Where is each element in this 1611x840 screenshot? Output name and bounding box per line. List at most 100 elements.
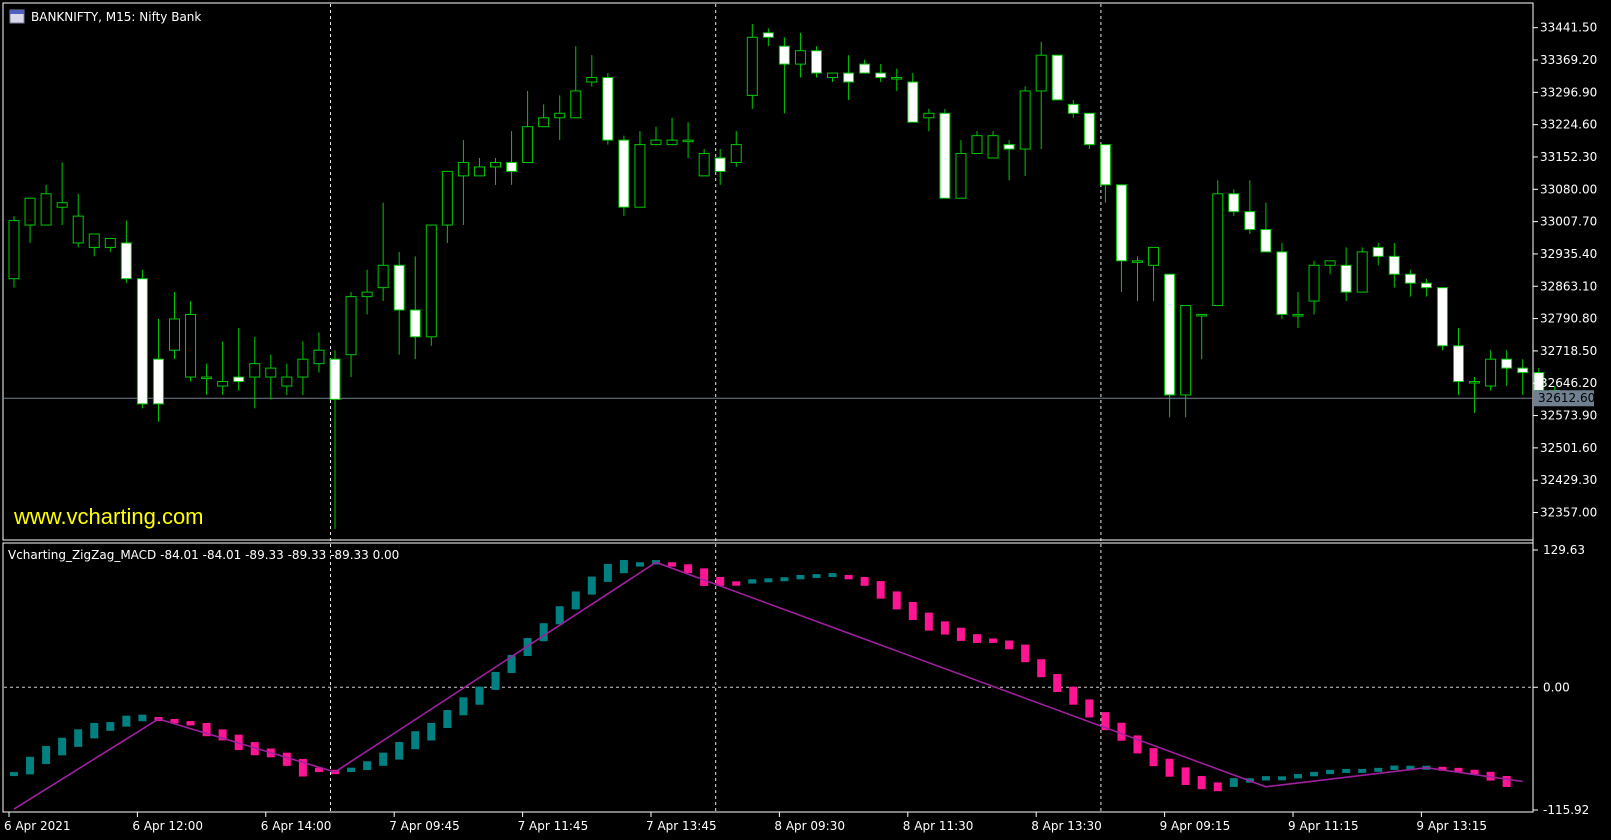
candle-body <box>714 157 726 172</box>
candle-body <box>538 117 550 128</box>
candle-body <box>473 166 485 177</box>
candle-body <box>40 193 52 226</box>
macd-bar <box>555 606 564 625</box>
candle-body <box>249 363 261 378</box>
current-price-label: 32612.60 <box>1538 391 1595 405</box>
time-tick-label: 6 Apr 12:00 <box>132 819 203 833</box>
indicator-panel-frame <box>2 542 1534 813</box>
chart-window-icon-titlebar <box>10 10 24 14</box>
candle-body <box>201 376 213 380</box>
macd-bar <box>635 562 644 567</box>
macd-bar <box>860 576 869 586</box>
candle-body <box>24 197 36 226</box>
candle-body <box>811 50 822 74</box>
macd-bar <box>10 772 18 777</box>
price-tick-label: 32573.90 <box>1540 409 1597 423</box>
symbol-header: BANKNIFTY, M15: Nifty Bank <box>9 9 201 24</box>
price-tick-label: 33007.70 <box>1540 215 1597 229</box>
candle-body <box>971 135 983 155</box>
macd-bar <box>764 578 773 583</box>
zigzag-line <box>13 561 1523 810</box>
macd-bar <box>1085 699 1094 718</box>
price-tick-label: 32718.50 <box>1540 344 1597 358</box>
candle-body <box>88 233 100 248</box>
indicator-tick-label: -115.92 <box>1543 803 1589 817</box>
candle-body <box>345 296 357 356</box>
candle-body <box>393 264 405 311</box>
candle-body <box>281 376 293 387</box>
candle-body <box>907 81 919 123</box>
macd-bar <box>571 591 580 610</box>
macd-bar <box>940 621 949 635</box>
candle-body <box>217 381 229 387</box>
macd-bar <box>1294 774 1302 779</box>
macd-bar <box>1005 640 1014 650</box>
macd-bar <box>908 602 917 621</box>
macd-bar <box>924 612 933 631</box>
macd-bar <box>1310 771 1319 777</box>
time-tick-label: 7 Apr 11:45 <box>518 819 589 833</box>
candle-body <box>313 349 325 365</box>
macd-bar <box>1502 775 1511 787</box>
macd-bar <box>892 591 901 610</box>
candle-body <box>1132 260 1143 263</box>
candle-body <box>939 112 951 199</box>
macd-bar <box>42 746 51 765</box>
macd-bar <box>780 577 789 582</box>
macd-bar <box>26 756 35 775</box>
macd-bar <box>1181 767 1190 786</box>
candle-body <box>618 139 630 208</box>
macd-bar <box>347 767 356 773</box>
candle-body <box>297 358 309 378</box>
time-tick-label: 9 Apr 11:15 <box>1288 819 1359 833</box>
candle-body <box>409 309 421 338</box>
macd-bar <box>619 559 628 574</box>
candle-body <box>1244 211 1256 231</box>
macd-bar <box>1053 674 1062 693</box>
candle-body <box>1067 103 1079 114</box>
candle-body <box>377 264 389 289</box>
candle-body <box>1436 287 1448 347</box>
candle-body <box>361 291 373 298</box>
candle-body <box>1308 264 1320 302</box>
candle-body <box>987 135 999 159</box>
candle-body <box>8 220 20 280</box>
macd-bar <box>1390 765 1399 770</box>
time-tick-label: 9 Apr 13:15 <box>1416 819 1487 833</box>
macd-bar <box>1197 775 1206 790</box>
candle-body <box>1388 255 1400 275</box>
candle-body <box>1260 229 1272 253</box>
symbol-label: BANKNIFTY, M15: Nifty Bank <box>31 10 201 24</box>
macd-bar <box>684 564 693 574</box>
candle-body <box>1292 313 1304 317</box>
price-tick-label: 32501.60 <box>1540 441 1597 455</box>
candle-body <box>329 358 341 400</box>
candle-body <box>955 153 967 199</box>
price-tick-label: 32646.20 <box>1540 376 1597 390</box>
macd-bar <box>427 722 436 741</box>
candle-body <box>1501 358 1513 369</box>
price-tick-label: 32935.40 <box>1540 247 1597 261</box>
candle-body <box>457 161 469 177</box>
candle-body <box>1051 54 1063 101</box>
candle-body <box>1372 246 1384 257</box>
macd-bar <box>411 731 420 750</box>
candle-body <box>1115 184 1127 262</box>
macd-bar <box>876 581 885 599</box>
candle-body <box>570 90 582 119</box>
price-tick-label: 33369.20 <box>1540 53 1597 67</box>
macd-bar <box>828 573 837 578</box>
macd-bar <box>282 752 291 766</box>
macd-bar <box>1037 659 1046 678</box>
macd-bar <box>74 729 83 747</box>
candle-body <box>120 242 132 280</box>
candle-body <box>843 72 855 83</box>
macd-bar <box>989 638 998 643</box>
candle-body <box>56 202 68 208</box>
candle-body <box>602 77 614 141</box>
candle-body <box>425 224 437 338</box>
zigzag-series <box>13 561 1523 810</box>
candle-body <box>923 112 935 119</box>
macd-bar <box>1213 782 1222 792</box>
candle-body <box>233 376 245 383</box>
